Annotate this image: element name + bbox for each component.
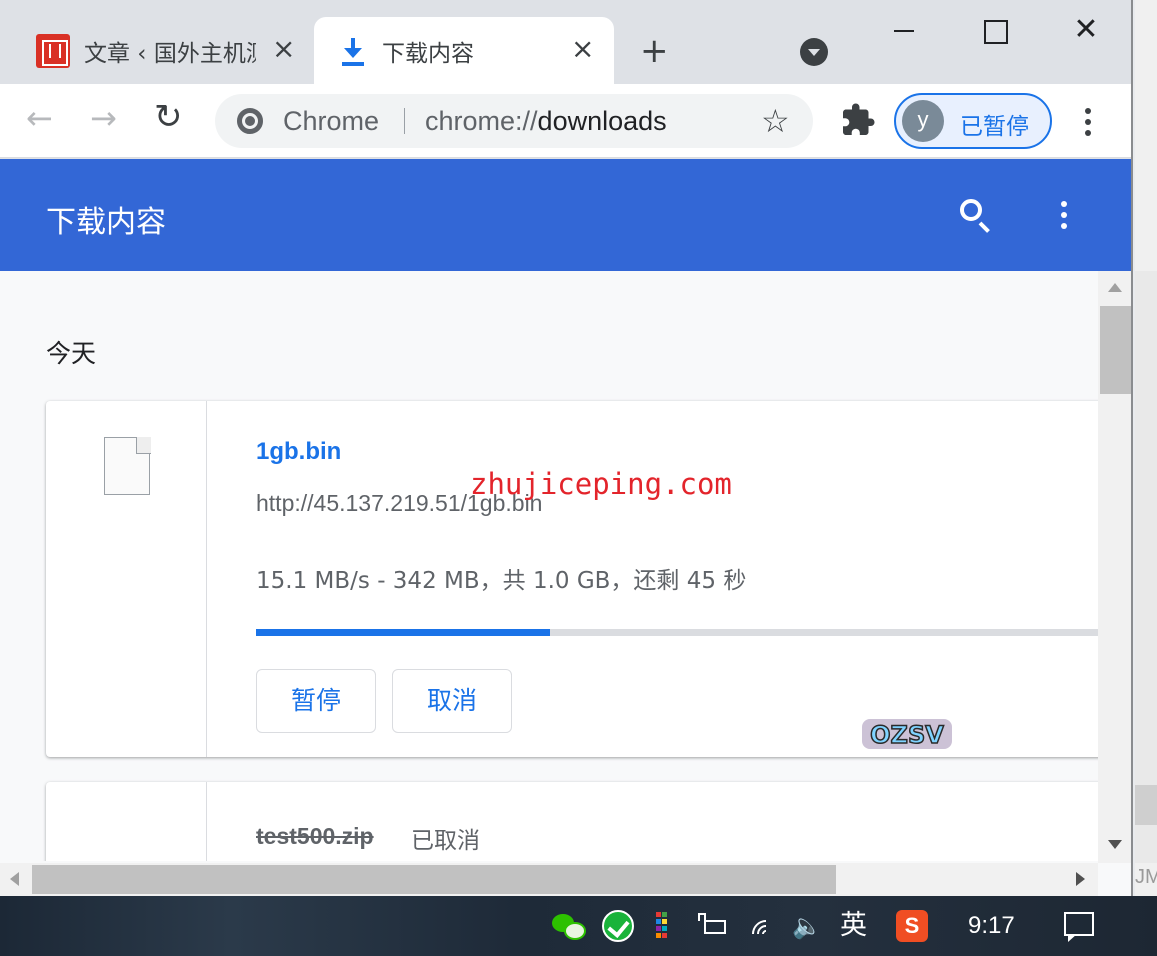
vertical-scrollbar[interactable] xyxy=(1098,271,1131,863)
forward-arrow-icon[interactable]: → xyxy=(90,102,117,134)
tab-close-icon[interactable]: × xyxy=(272,35,295,63)
maximize-icon[interactable] xyxy=(970,10,1018,50)
cancel-button[interactable]: 取消 xyxy=(392,669,512,733)
download-item: 1gb.bin http://45.137.219.51/1gb.bin 15.… xyxy=(46,401,1098,757)
url-scheme: chrome:// xyxy=(425,106,538,136)
horizontal-scrollbar[interactable] xyxy=(0,863,1098,896)
date-group-header: 今天 xyxy=(46,339,97,368)
new-tab-icon[interactable]: + xyxy=(640,34,669,68)
wechat-icon[interactable] xyxy=(552,910,586,942)
chrome-logo-icon xyxy=(237,108,263,134)
security-check-icon[interactable] xyxy=(602,910,634,942)
tab-articles[interactable]: 文章 ‹ 国外主机测评 × xyxy=(20,17,310,84)
sogou-ime-icon[interactable]: S xyxy=(896,910,928,942)
profile-button[interactable]: y 已暂停 xyxy=(894,93,1052,149)
search-icon[interactable] xyxy=(958,197,994,233)
scroll-down-arrow-icon[interactable] xyxy=(1108,840,1122,849)
reload-icon[interactable]: ↻ xyxy=(154,100,183,134)
background-window: JM xyxy=(1135,0,1157,896)
address-bar[interactable]: Chrome chrome://downloads ☆ xyxy=(215,94,813,148)
tab-title: 下载内容 xyxy=(382,40,474,67)
scrollbar-thumb[interactable] xyxy=(32,865,836,894)
profile-status-label: 已暂停 xyxy=(960,114,1029,140)
tab-title: 文章 ‹ 国外主机测评 xyxy=(84,40,256,67)
progress-bar xyxy=(256,629,1098,636)
omnibox-chrome-label: Chrome xyxy=(283,106,380,136)
background-window-text: JM xyxy=(1135,866,1157,888)
progress-bar-fill xyxy=(256,629,551,636)
scrollbar-thumb[interactable] xyxy=(1100,306,1131,394)
clock[interactable]: 9:17 xyxy=(968,910,1028,942)
file-name-cancelled: test500.zip xyxy=(256,823,374,849)
omnibox-url[interactable]: chrome://downloads xyxy=(425,106,667,137)
download-status: 15.1 MB/s - 342 MB，共 1.0 GB，还剩 45 秒 xyxy=(256,568,747,594)
downloads-page: 下载内容 今天 1gb.bin http://45.137.219.51/1gb… xyxy=(0,159,1131,896)
omnibox-separator xyxy=(404,108,405,134)
notification-center-icon[interactable] xyxy=(1062,910,1096,942)
url-host: downloads xyxy=(537,106,667,136)
downloads-list: 今天 1gb.bin http://45.137.219.51/1gb.bin … xyxy=(0,271,1098,861)
bookmark-star-icon[interactable]: ☆ xyxy=(761,102,790,140)
pause-button[interactable]: 暂停 xyxy=(256,669,376,733)
wifi-icon[interactable] xyxy=(746,910,786,954)
more-options-icon[interactable] xyxy=(1052,197,1076,233)
tab-search-icon[interactable] xyxy=(800,38,828,66)
color-grid-icon[interactable] xyxy=(656,910,674,942)
tab-downloads[interactable]: 下载内容 × xyxy=(314,17,614,84)
speaker-icon[interactable]: 🔈 xyxy=(792,910,824,942)
file-name-link[interactable]: 1gb.bin xyxy=(256,438,341,466)
seal-favicon-icon xyxy=(36,33,70,68)
page-header: 下载内容 xyxy=(0,159,1131,271)
ozsv-logo-watermark: OZSV xyxy=(862,719,952,750)
avatar: y xyxy=(902,100,944,142)
scroll-left-arrow-icon[interactable] xyxy=(10,872,19,886)
input-method-indicator[interactable]: 英 xyxy=(840,910,872,942)
minimize-icon[interactable] xyxy=(880,10,928,50)
tab-close-icon[interactable]: × xyxy=(571,35,594,63)
tab-strip: 文章 ‹ 国外主机测评 × 下载内容 × + ✕ xyxy=(0,0,1131,84)
chrome-menu-icon[interactable] xyxy=(1076,104,1100,140)
download-item: test500.zip 已取消 xyxy=(46,782,1098,861)
back-arrow-icon[interactable]: ← xyxy=(26,102,53,134)
browser-window: 文章 ‹ 国外主机测评 × 下载内容 × + ✕ ← → ↻ Chrome ch… xyxy=(0,0,1133,896)
extensions-puzzle-icon[interactable] xyxy=(840,102,876,138)
battery-plug-icon[interactable] xyxy=(698,910,730,942)
taskbar: 🔈 英 S 9:17 xyxy=(0,896,1157,956)
scroll-right-arrow-icon[interactable] xyxy=(1076,872,1085,886)
browser-toolbar: ← → ↻ Chrome chrome://downloads ☆ y 已暂停 xyxy=(0,84,1131,158)
scroll-up-arrow-icon[interactable] xyxy=(1108,283,1122,292)
download-status: 已取消 xyxy=(411,828,480,854)
download-favicon-icon xyxy=(340,36,366,66)
page-title: 下载内容 xyxy=(46,205,166,240)
ozsv-logo-text: OZSV xyxy=(870,721,944,749)
close-window-icon[interactable]: ✕ xyxy=(1062,10,1110,50)
site-watermark: zhujiceping.com xyxy=(470,467,732,501)
